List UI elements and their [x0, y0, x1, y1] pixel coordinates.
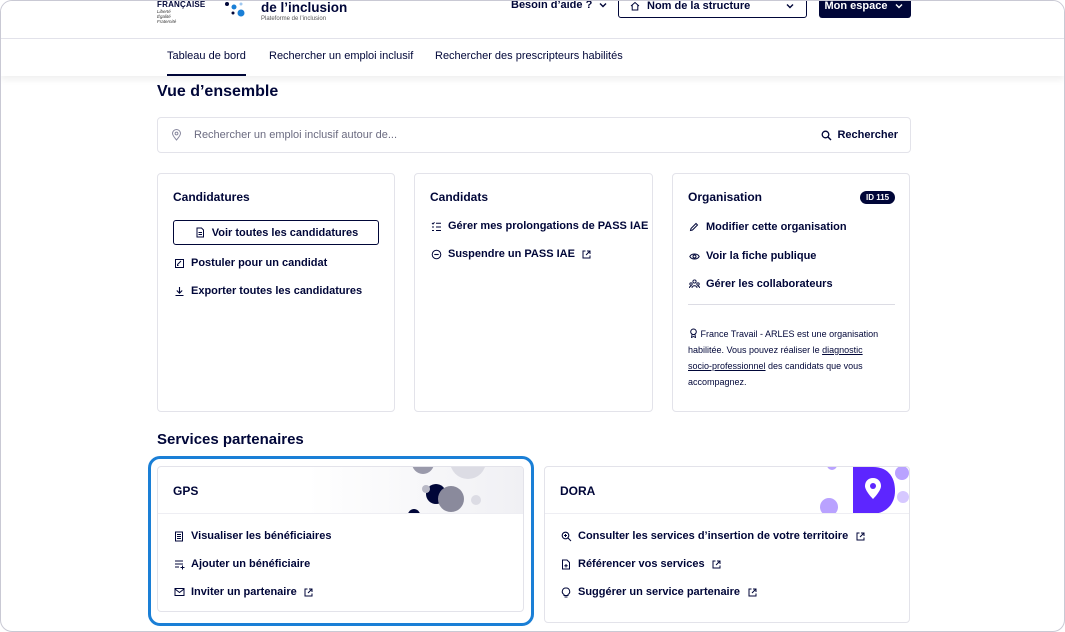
- search-icon: [820, 129, 832, 141]
- card-title: Organisation: [688, 190, 763, 204]
- external-link-icon: [854, 530, 866, 542]
- export-applications-link[interactable]: Exporter toutes les candidatures: [173, 285, 362, 297]
- add-document-icon: [560, 558, 572, 570]
- pencil-icon: [688, 221, 700, 233]
- nav-search-prescribers[interactable]: Rechercher des prescripteurs habilités: [435, 50, 623, 62]
- help-label: Besoin d’aide ?: [511, 0, 593, 11]
- apply-for-candidate-link[interactable]: Postuler pour un candidat: [173, 257, 327, 269]
- link-label: Gérer les collaborateurs: [706, 278, 833, 290]
- view-public-profile-link[interactable]: Voir la fiche publique: [688, 250, 816, 262]
- info-text-4: accompagnez.: [688, 377, 747, 387]
- eye-icon: [688, 250, 700, 262]
- link-label: Consulter les services d’insertion de vo…: [578, 530, 849, 542]
- link-label: Gérer mes prolongations de PASS IAE: [448, 220, 649, 232]
- divider: [688, 304, 895, 305]
- link-label: Exporter toutes les candidatures: [191, 285, 363, 297]
- dora-illustration: [785, 467, 909, 514]
- card-candidatures: Candidatures Voir toutes les candidature…: [157, 173, 395, 412]
- header: FRANÇAISE Liberté Égalité Fraternité de …: [1, 1, 1064, 39]
- info-text-1: France Travail - ARLES est une organisat…: [700, 329, 879, 339]
- suspend-pass-link[interactable]: Suspendre un PASS IAE: [430, 248, 593, 260]
- chevron-down-icon: [597, 1, 609, 11]
- view-all-applications-button[interactable]: Voir toutes les candidatures: [173, 220, 379, 245]
- external-link-icon: [711, 558, 723, 570]
- search-button-label: Rechercher: [837, 129, 898, 141]
- manage-collaborators-link[interactable]: Gérer les collaborateurs: [688, 278, 833, 290]
- brand-logo-icon[interactable]: [221, 1, 251, 23]
- chevron-down-icon: [784, 1, 796, 12]
- card-title: Candidats: [430, 190, 489, 204]
- link-label: Modifier cette organisation: [706, 221, 847, 233]
- my-space-label: Mon espace: [824, 0, 888, 12]
- info-line: socio-professionnel des candidats que vo…: [688, 358, 900, 374]
- card-title: Candidatures: [173, 190, 250, 204]
- card-dora: DORA Consulter les services d’insertion …: [544, 466, 910, 623]
- structure-label: Nom de la structure: [647, 0, 751, 12]
- help-menu-button[interactable]: Besoin d’aide ?: [511, 0, 609, 11]
- card-candidats: Candidats Gérer mes prolongations de PAS…: [414, 173, 653, 412]
- motto-line: Fraternité: [157, 19, 177, 24]
- team-icon: [688, 278, 700, 290]
- gps-highlight-outline: [148, 456, 534, 626]
- suggest-service-link[interactable]: Suggérer un service partenaire: [560, 586, 758, 598]
- home-icon: [629, 1, 641, 12]
- nav-search-jobs[interactable]: Rechercher un emploi inclusif: [269, 50, 413, 62]
- nav-dashboard[interactable]: Tableau de bord: [167, 50, 246, 76]
- document-icon: [194, 227, 206, 239]
- link-label: Voir la fiche publique: [706, 250, 817, 262]
- external-link-icon: [746, 586, 758, 598]
- main-nav: Tableau de bord Rechercher un emploi inc…: [1, 39, 1064, 76]
- info-text-3: des candidats que vous: [765, 361, 863, 371]
- edit-organisation-link[interactable]: Modifier cette organisation: [688, 221, 847, 233]
- reference-services-link[interactable]: Référencer vos services: [560, 558, 723, 570]
- republique-motto: Liberté Égalité Fraternité: [157, 9, 176, 24]
- info-line: habilitée. Vous pouvez réaliser le diagn…: [688, 342, 900, 358]
- brand-title[interactable]: de l’inclusion: [261, 1, 347, 15]
- card-title: DORA: [560, 484, 596, 498]
- consult-services-link[interactable]: Consulter les services d’insertion de vo…: [560, 530, 866, 542]
- download-icon: [173, 285, 185, 297]
- card-organisation: Organisation ID 115 Modifier cette organ…: [672, 173, 910, 412]
- diagnostic-link[interactable]: diagnostic: [822, 345, 863, 355]
- link-label: Suggérer un service partenaire: [578, 586, 741, 598]
- map-pin-icon: [170, 129, 182, 141]
- organisation-info: France Travail - ARLES est une organisat…: [688, 326, 900, 390]
- page-title: Vue d’ensemble: [157, 83, 279, 100]
- info-text-2: habilitée. Vous pouvez réaliser le: [688, 345, 823, 355]
- external-link-icon: [581, 248, 593, 260]
- republique-label: FRANÇAISE: [157, 0, 206, 9]
- divider: [545, 513, 909, 514]
- browser-frame: FRANÇAISE Liberté Égalité Fraternité de …: [0, 0, 1065, 632]
- info-line: France Travail - ARLES est une organisat…: [688, 326, 900, 342]
- manage-extensions-link[interactable]: Gérer mes prolongations de PASS IAE: [430, 220, 648, 232]
- edit-document-icon: [173, 257, 185, 269]
- lightbulb-icon: [560, 586, 572, 598]
- search-zoom-icon: [560, 530, 572, 542]
- button-label: Voir toutes les candidatures: [211, 226, 359, 239]
- info-line: accompagnez.: [688, 374, 900, 390]
- chevron-down-icon: [893, 1, 905, 12]
- pause-circle-icon: [430, 248, 442, 260]
- job-search-bar[interactable]: Rechercher un emploi inclusif autour de.…: [157, 117, 911, 153]
- my-space-button[interactable]: Mon espace: [819, 0, 911, 18]
- diagnostic-link-continued[interactable]: socio-professionnel: [688, 361, 766, 371]
- search-input[interactable]: Rechercher un emploi inclusif autour de.…: [194, 129, 397, 141]
- structure-select[interactable]: Nom de la structure: [618, 0, 807, 18]
- brand-subtitle: Plateforme de l’inclusion: [261, 16, 327, 22]
- link-label: Suspendre un PASS IAE: [448, 248, 575, 260]
- link-label: Référencer vos services: [578, 558, 705, 570]
- badge-icon: [688, 328, 698, 338]
- section-title: Services partenaires: [157, 431, 304, 448]
- search-button[interactable]: Rechercher: [820, 129, 898, 141]
- link-label: Postuler pour un candidat: [191, 257, 328, 269]
- list-check-icon: [430, 220, 442, 232]
- organisation-id-badge: ID 115: [860, 191, 896, 204]
